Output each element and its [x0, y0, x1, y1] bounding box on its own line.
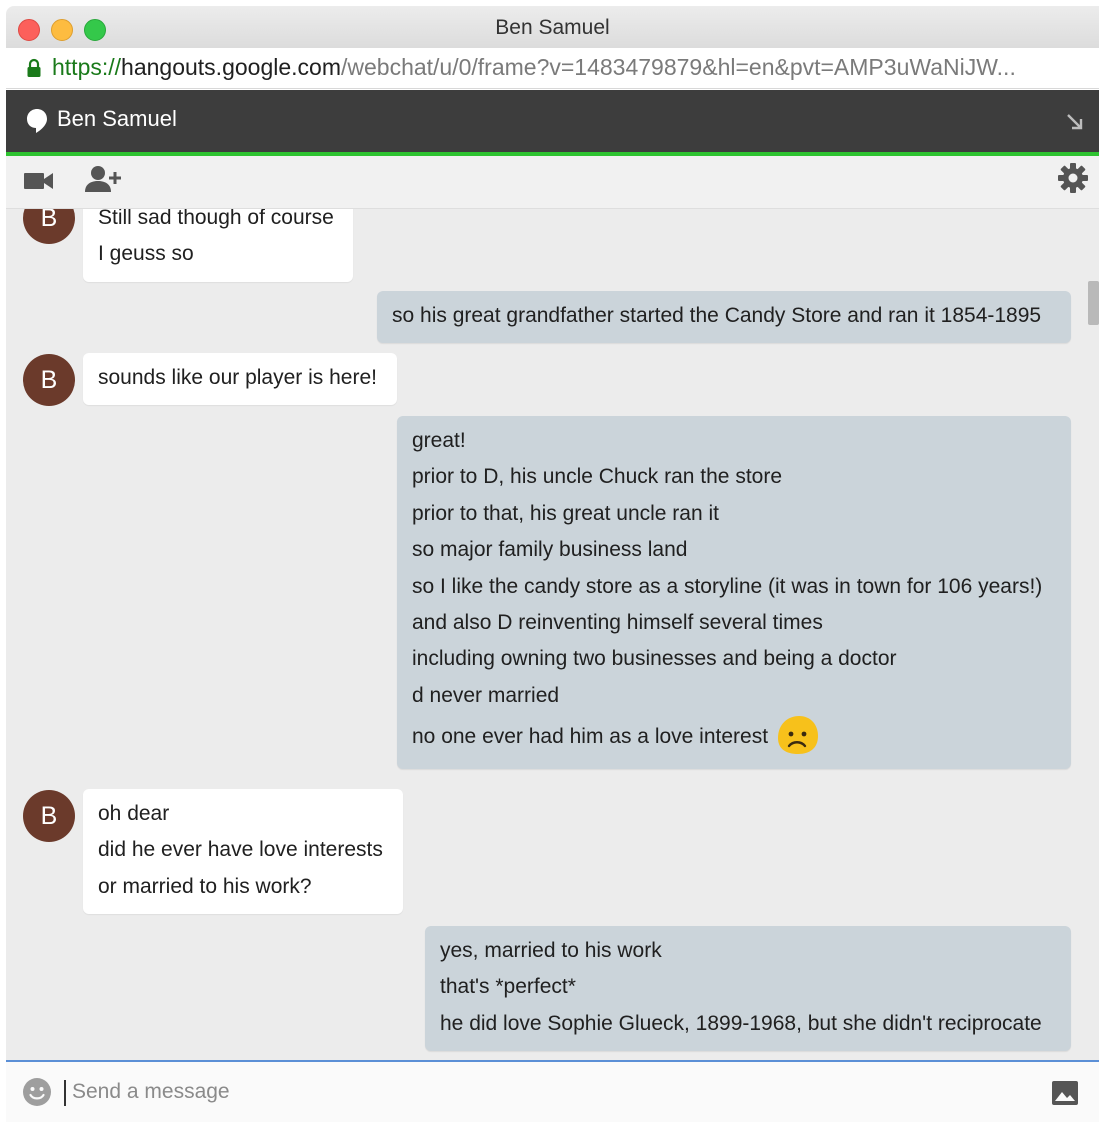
outgoing-message: yes, married to his work that's *perfect…: [425, 926, 1071, 1052]
message-line: Still sad though of course: [98, 209, 334, 229]
attach-image-icon[interactable]: [1051, 1080, 1079, 1106]
message-line: so major family business land: [412, 538, 688, 562]
message-line: sounds like our player is here!: [98, 366, 377, 389]
message-line: did he ever have love interests: [98, 838, 383, 862]
message-list[interactable]: B Still sad though of course I geuss so …: [6, 209, 1099, 1060]
url-text[interactable]: https://hangouts.google.com/webchat/u/0/…: [52, 54, 1092, 81]
message-line: no one ever had him as a love interest: [412, 725, 769, 749]
message-line: prior to D, his uncle Chuck ran the stor…: [412, 465, 783, 489]
text-cursor: [64, 1080, 66, 1106]
message-line: d never married: [412, 683, 560, 707]
message-line: and also D reinventing himself several t…: [412, 611, 823, 635]
conversation-header: Ben Samuel: [6, 90, 1099, 156]
contact-name: Ben Samuel: [57, 106, 177, 131]
lock-icon: [27, 58, 41, 77]
url-path: /webchat/u/0/frame?v=1483479879&hl=en&pv…: [340, 54, 1016, 80]
add-person-icon[interactable]: [84, 164, 122, 194]
window-title: Ben Samuel: [495, 16, 610, 39]
message-line: great!: [412, 429, 466, 452]
settings-gear-icon[interactable]: [1057, 162, 1089, 194]
message-line: including owning two businesses and bein…: [412, 647, 897, 671]
sad-face-emoji-icon: [778, 715, 819, 754]
message-line: oh dear: [98, 802, 170, 825]
emoji-picker-icon[interactable]: [22, 1077, 52, 1107]
incoming-message: Still sad though of course I geuss so: [83, 209, 353, 282]
message-input[interactable]: [70, 1072, 974, 1112]
message-line: prior to that, his great uncle ran it: [412, 501, 719, 525]
video-call-icon[interactable]: [23, 171, 55, 191]
message-line: so I like the candy store as a storyline…: [412, 574, 1043, 598]
hangouts-bubble-icon: [27, 109, 47, 133]
outgoing-message: great! prior to D, his uncle Chuck ran t…: [397, 416, 1071, 770]
message-line: or married to his work?: [98, 874, 312, 898]
message-line: that's *perfect*: [440, 975, 576, 999]
contact-avatar[interactable]: B: [23, 354, 75, 406]
address-bar[interactable]: https://hangouts.google.com/webchat/u/0/…: [6, 48, 1099, 89]
incoming-message: sounds like our player is here!: [83, 353, 397, 406]
window-title-bar: Ben Samuel: [6, 6, 1099, 49]
incoming-message: oh dear did he ever have love interests …: [83, 789, 403, 915]
scrollbar-thumb[interactable]: [1088, 281, 1099, 325]
message-composer: [6, 1060, 1099, 1122]
message-line-with-emoji: no one ever had him as a love interest: [412, 714, 1056, 760]
url-host: hangouts.google.com: [121, 54, 341, 80]
contact-avatar[interactable]: B: [23, 790, 75, 842]
url-scheme: https://: [52, 54, 122, 80]
outgoing-message: so his great grandfather started the Can…: [377, 291, 1071, 344]
conversation-toolbar: [6, 156, 1099, 209]
minimize-arrow-icon[interactable]: [1065, 112, 1085, 132]
message-line: so his great grandfather started the Can…: [392, 304, 1042, 327]
message-line: yes, married to his work: [440, 939, 662, 962]
contact-avatar[interactable]: B: [23, 209, 75, 244]
message-line: he did love Sophie Glueck, 1899-1968, bu…: [440, 1011, 1042, 1035]
message-line: I geuss so: [98, 242, 194, 266]
